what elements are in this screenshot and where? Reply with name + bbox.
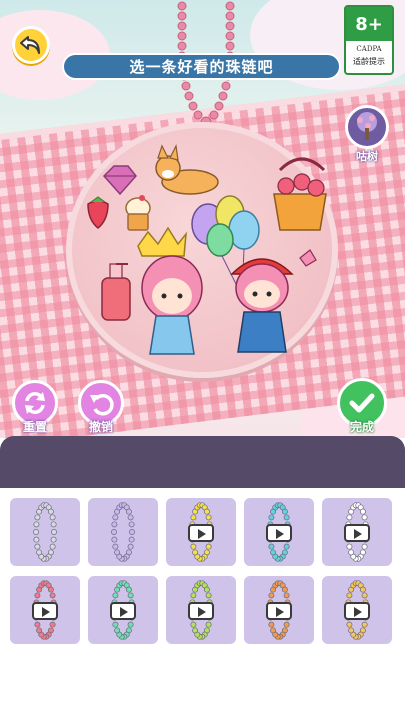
strawberry-icon <box>87 196 109 229</box>
checkmark-icon <box>349 393 375 413</box>
age-rating-value: 8+ <box>346 7 392 41</box>
chain-option[interactable] <box>10 576 80 644</box>
age-rating-note: 适龄提示 <box>353 57 385 66</box>
video-ad-icon <box>110 602 136 620</box>
flower-basket-icon <box>273 157 327 231</box>
age-rating-org: CADPA <box>356 45 382 53</box>
chain-option[interactable] <box>88 498 158 566</box>
undo-icon <box>90 394 114 416</box>
bead-chain-icon <box>33 502 57 562</box>
chain-option[interactable] <box>244 576 314 644</box>
bead-chain-icon <box>111 502 135 562</box>
selection-tray <box>0 436 405 488</box>
pendant-disc <box>66 122 338 378</box>
reset-label: 重置 <box>22 420 47 434</box>
page-title: 选一条好看的珠链吧 <box>62 53 341 80</box>
video-ad-icon <box>188 524 214 542</box>
video-ad-icon <box>188 602 214 620</box>
lotion-bottle-icon <box>101 263 131 321</box>
play-scene: 选一条好看的珠链吧 8+ CADPA 适龄提示 咕树 重置 撤销 完成 <box>0 0 405 438</box>
corgi-icon <box>155 144 219 195</box>
chain-option[interactable] <box>10 498 80 566</box>
tree-label: 咕树 <box>356 150 378 163</box>
video-ad-icon <box>344 524 370 542</box>
diamond-icon <box>102 165 137 196</box>
tree-icon <box>357 112 377 140</box>
tree-button[interactable] <box>345 105 389 149</box>
ice-cream-icon <box>125 195 151 231</box>
pendant-stickers <box>87 144 327 355</box>
chain-option[interactable] <box>322 576 392 644</box>
girl-with-crown-icon <box>137 226 203 355</box>
video-ad-icon <box>344 602 370 620</box>
chain-option[interactable] <box>166 576 236 644</box>
age-rating-badge: 8+ CADPA 适龄提示 <box>344 5 394 75</box>
chain-option[interactable] <box>244 498 314 566</box>
chain-selection-grid <box>0 488 405 720</box>
undo-label: 撤销 <box>88 420 113 434</box>
video-ad-icon <box>266 602 292 620</box>
video-ad-icon <box>32 602 58 620</box>
video-ad-icon <box>266 524 292 542</box>
refresh-icon <box>25 392 45 414</box>
girl-with-cap-icon <box>230 249 317 353</box>
chain-option[interactable] <box>322 498 392 566</box>
done-label: 完成 <box>349 420 374 434</box>
chain-option[interactable] <box>88 576 158 644</box>
back-button[interactable] <box>12 26 50 64</box>
undo-arrow-icon <box>20 36 40 54</box>
chain-option[interactable] <box>166 498 236 566</box>
